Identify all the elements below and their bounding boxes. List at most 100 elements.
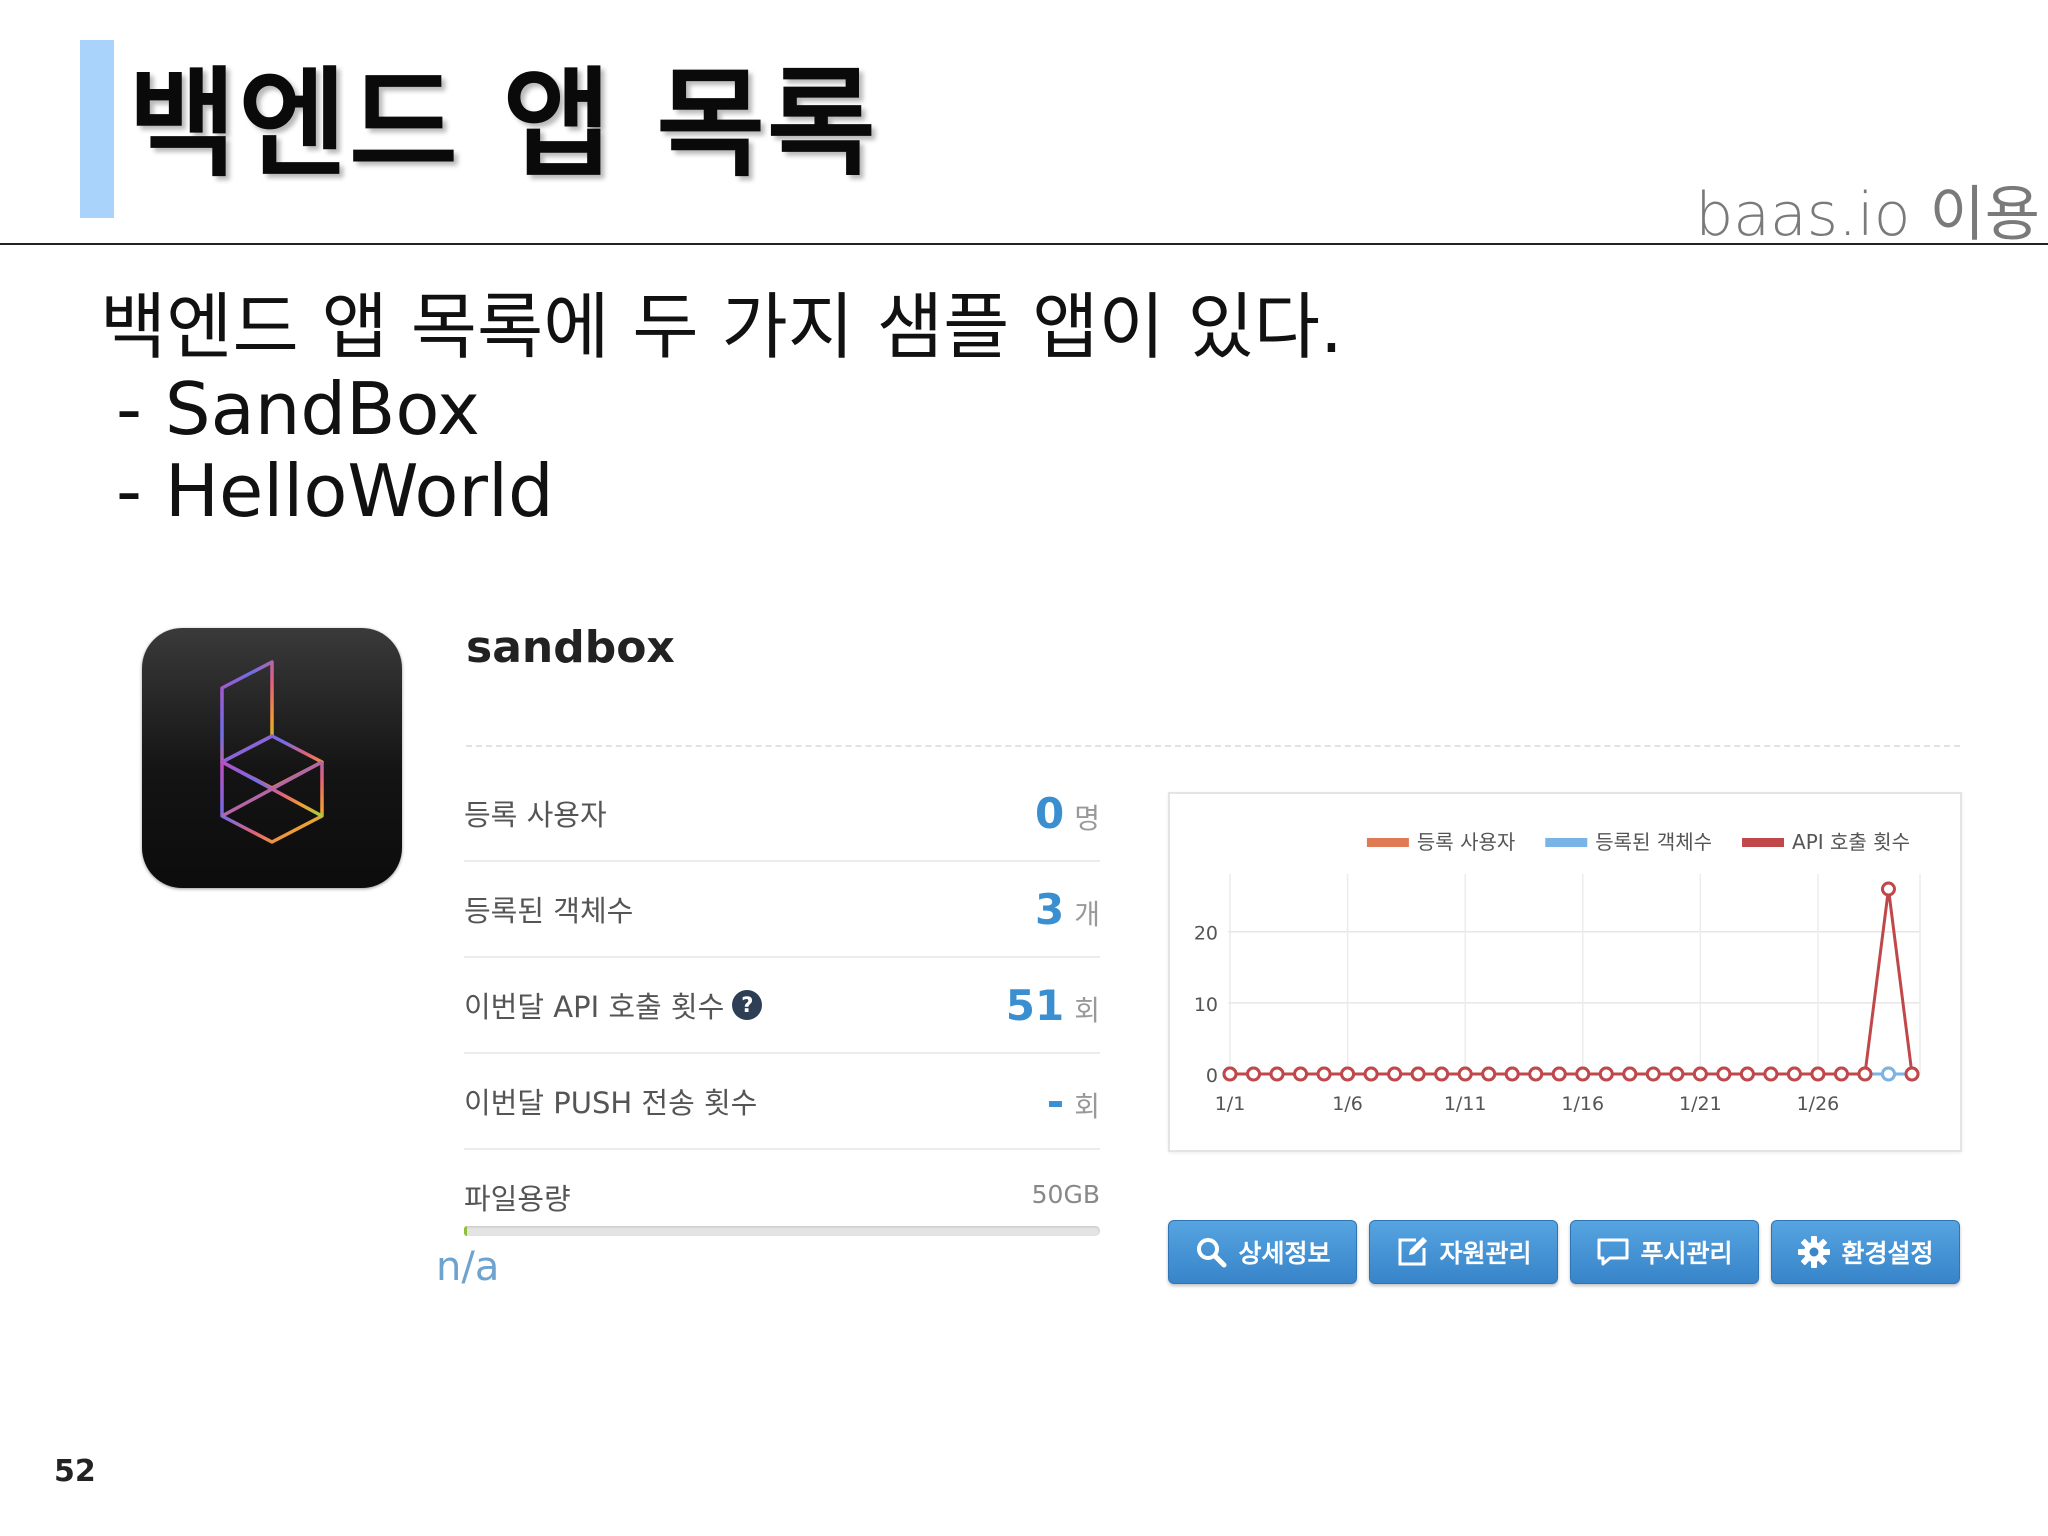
- chart-data-point: [1833, 1066, 1849, 1082]
- chart-data-point: [1669, 1066, 1685, 1082]
- stat-unit: 회: [1074, 993, 1100, 1027]
- chart-y-tick-label: 10: [1194, 994, 1218, 1016]
- details-button[interactable]: 상세정보: [1168, 1220, 1357, 1284]
- chart-data-point: [1786, 1066, 1802, 1082]
- section-divider: [466, 745, 1960, 747]
- chart-data-point: [1528, 1066, 1544, 1082]
- chart-data-point: [1692, 1066, 1708, 1082]
- chart-data-point: [1739, 1066, 1755, 1082]
- chart-data-point: [1645, 1066, 1661, 1082]
- chat-icon: [1596, 1235, 1630, 1269]
- chart-data-point: [1340, 1066, 1356, 1082]
- chart-data-point: [1575, 1066, 1591, 1082]
- file-storage-label: 파일용량: [464, 1182, 571, 1216]
- chart-y-tick-label: 0: [1206, 1065, 1218, 1087]
- stat-unit: 회: [1074, 1089, 1100, 1123]
- chart-data-point: [1316, 1066, 1332, 1082]
- file-storage-row: 파일용량 50GB: [464, 1150, 1100, 1244]
- chart-y-tick-label: 20: [1194, 923, 1218, 945]
- chart-legend-label: 등록된 객체수: [1595, 830, 1712, 854]
- intro-sentence: 백엔드 앱 목록에 두 가지 샘플 앱이 있다.: [100, 285, 1343, 369]
- push-button[interactable]: 푸시관리: [1570, 1220, 1759, 1284]
- gear-icon: [1797, 1235, 1831, 1269]
- cube-logo-icon: [220, 660, 324, 844]
- stats-list: 등록 사용자 0 명 등록된 객체수 3 개 이번달 API 호출 횟수 ? 5…: [464, 766, 1100, 1244]
- chart-data-point: [1763, 1066, 1779, 1082]
- stat-label: 이번달 PUSH 전송 횟수: [464, 1086, 758, 1120]
- stat-label: 등록된 객체수: [464, 894, 634, 928]
- stat-value: 0: [1035, 788, 1065, 838]
- usage-chart: 0 10 20 1/1 1/6 1/11 1/16 1/21 1/26 API 호출 횟수 등록된 …: [1168, 792, 1962, 1152]
- push-button-label: 푸시관리: [1640, 1239, 1733, 1268]
- stat-row-api-calls: 이번달 API 호출 횟수 ? 51 회: [464, 958, 1100, 1054]
- chart-x-tick-label: 1/11: [1444, 1093, 1487, 1115]
- file-storage-capacity: 50GB: [1031, 1180, 1100, 1209]
- chart-data-point: [1481, 1066, 1497, 1082]
- resources-button-label: 자원관리: [1439, 1239, 1532, 1268]
- chart-legend-label: API 호출 횟수: [1792, 830, 1910, 854]
- slide-subtitle: baas.io 이용: [1695, 180, 2040, 250]
- chart-x-tick-label: 1/26: [1797, 1093, 1840, 1115]
- page-number: 52: [54, 1454, 96, 1489]
- header-divider: [0, 243, 2048, 245]
- stat-value: 51: [1005, 980, 1065, 1030]
- chart-data-point: [1434, 1066, 1450, 1082]
- slide-title: 백엔드 앱 목록: [128, 55, 878, 193]
- chart-data-point: [1457, 1066, 1473, 1082]
- usage-chart-svg: 0 10 20 1/1 1/6 1/11 1/16 1/21 1/26 API 호출 횟수 등록된 …: [1194, 830, 1921, 1115]
- bullet-item: - SandBox: [116, 367, 480, 451]
- chart-data-point: [1410, 1066, 1426, 1082]
- help-icon[interactable]: ?: [732, 990, 763, 1020]
- chart-data-point: [1857, 1066, 1873, 1082]
- stat-value-group: - 회: [1047, 1077, 1100, 1126]
- stat-row-push: 이번달 PUSH 전송 횟수 - 회: [464, 1054, 1100, 1150]
- chart-data-point: [1269, 1066, 1285, 1082]
- stat-value: 3: [1035, 884, 1065, 934]
- file-storage-progress-bar: [464, 1226, 1100, 1236]
- chart-data-point: [1622, 1066, 1638, 1082]
- chart-data-point: [1598, 1066, 1614, 1082]
- chart-legend-swatch: [1545, 838, 1588, 847]
- bullet-item: - HelloWorld: [116, 449, 554, 533]
- chart-data-point: [1246, 1066, 1262, 1082]
- settings-button-label: 환경설정: [1841, 1239, 1934, 1268]
- intro-text-block: 백엔드 앱 목록에 두 가지 샘플 앱이 있다. - SandBox - Hel…: [100, 286, 1343, 532]
- file-usage-text: n/a: [436, 1244, 500, 1290]
- chart-legend-swatch: [1742, 838, 1785, 847]
- chart-x-tick-label: 1/6: [1332, 1093, 1363, 1115]
- chart-data-point: [1293, 1066, 1309, 1082]
- chart-data-point: [1363, 1066, 1379, 1082]
- chart-data-point: [1716, 1066, 1732, 1082]
- stat-row-objects: 등록된 객체수 3 개: [464, 862, 1100, 958]
- chart-legend-label: 등록 사용자: [1417, 830, 1515, 854]
- chart-data-point: [1387, 1066, 1403, 1082]
- stat-unit: 명: [1074, 801, 1100, 835]
- chart-x-tick-label: 1/21: [1679, 1093, 1722, 1115]
- app-logo-icon[interactable]: [142, 628, 402, 888]
- stat-label: 등록 사용자: [464, 798, 607, 832]
- chart-data-point: [1904, 1066, 1920, 1082]
- app-name-title[interactable]: sandbox: [466, 622, 675, 673]
- stat-label: 이번달 API 호출 횟수: [464, 990, 725, 1024]
- stat-unit: 개: [1074, 897, 1100, 931]
- chart-series-line: [1230, 888, 1914, 1076]
- file-storage-progress-fill: [464, 1226, 467, 1236]
- chart-x-tick-label: 1/16: [1561, 1093, 1604, 1115]
- title-accent-bar: [80, 40, 114, 218]
- resources-button[interactable]: 자원관리: [1369, 1220, 1558, 1284]
- chart-legend-swatch: [1366, 838, 1409, 847]
- chart-data-point: [1810, 1066, 1826, 1082]
- stat-value-group: 51 회: [1006, 981, 1100, 1030]
- chart-data-point: [1551, 1066, 1567, 1082]
- chart-data-point: [1222, 1066, 1238, 1082]
- chart-data-point: [1880, 881, 1896, 897]
- chart-data-point: [1880, 1066, 1896, 1082]
- chart-data-point: [1504, 1066, 1520, 1082]
- chart-x-tick-label: 1/1: [1215, 1093, 1246, 1115]
- stat-label-group: 이번달 API 호출 횟수 ?: [464, 984, 763, 1026]
- search-icon: [1194, 1235, 1228, 1269]
- stat-value: -: [1046, 1076, 1065, 1126]
- stat-value-group: 3 개: [1035, 885, 1100, 934]
- settings-button[interactable]: 환경설정: [1771, 1220, 1960, 1284]
- details-button-label: 상세정보: [1238, 1239, 1331, 1268]
